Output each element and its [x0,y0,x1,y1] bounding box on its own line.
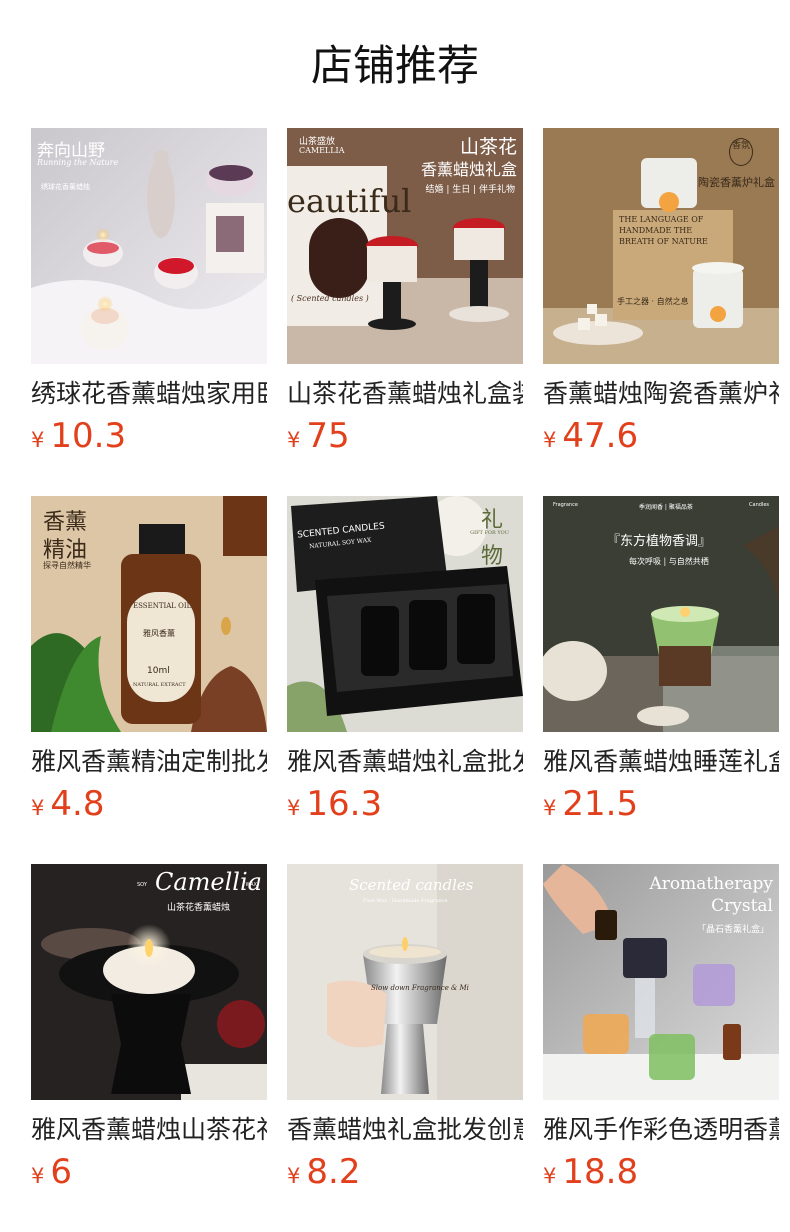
product-image[interactable]: Fragrance 季润闻香 | 聚福品茶 Candles 『东方植物香调』 每… [543,496,779,732]
product-price: ¥16.3 [287,784,382,824]
product-image[interactable]: 奔向山野 Running the Nature 绣球花香薰蜡烛 [31,128,267,364]
currency-symbol: ¥ [543,428,557,452]
product-image[interactable]: 香薰 精油 探寻自然精华 ESSENTIAL OIL 雅风香薰 10ml NAT… [31,496,267,732]
image-subtitle: Pure Wax · Handmade Fragrance [363,898,448,904]
product-price: ¥4.8 [31,784,104,824]
product-name[interactable]: 香薰蜡烛礼盒批发创意 [287,1112,523,1148]
product-image[interactable]: Aromatherapy Crystal 「晶石香薰礼盒」 [543,864,779,1100]
product-name[interactable]: 雅风香薰蜡烛礼盒批发 [287,744,523,780]
product-price: ¥8.2 [287,1152,360,1192]
currency-symbol: ¥ [31,1164,45,1188]
image-tag-right: WAX [245,882,257,888]
image-subtitle: 山茶花香薰蜡烛 [167,903,231,913]
jar-text: Slow down Fragrance & Mi [371,984,469,992]
image-subtitle: 绣球花香薰蜡烛 [41,183,90,191]
image-subtitle: 每次呼吸 | 与自然共栖 [629,557,709,566]
bottle-label: ESSENTIAL OIL [133,602,192,610]
image-subtitle: 香薰蜡烛礼盒 [420,160,517,179]
currency-symbol: ¥ [31,428,45,452]
price-value: 10.3 [50,416,127,456]
product-card[interactable]: Fragrance 季润闻香 | 聚福品茶 Candles 『东方植物香调』 每… [543,496,779,864]
product-image[interactable]: 礼 物 GIFT FOR YOU SCENTED CANDLES NATURAL… [287,496,523,732]
image-title-2: 物 [480,544,503,569]
product-name[interactable]: 雅风手作彩色透明香薰水晶 [543,1112,779,1148]
image-title-2: Crystal [711,896,773,916]
currency-symbol: ¥ [287,796,301,820]
image-title: 『东方植物香调』 [607,534,712,549]
bottle-volume: 10ml [147,666,170,676]
price-value: 21.5 [562,784,639,824]
image-title: 山茶花 [459,136,517,158]
product-grid: 奔向山野 Running the Nature 绣球花香薰蜡烛 绣球花香薰蜡烛家… [31,128,779,1232]
product-image[interactable]: Camellia SOY WAX 山茶花香薰蜡烛 [31,864,267,1100]
currency-symbol: ¥ [543,796,557,820]
product-card[interactable]: Aromatherapy Crystal 「晶石香薰礼盒」 雅风手作彩色透明香薰… [543,864,779,1232]
box-subtext: ( Scented candles ) [291,294,369,303]
image-subtitle: 「晶石香薰礼盒」 [696,925,769,935]
price-value: 4.8 [50,784,105,824]
image-tag-right: Candles [749,502,769,508]
bottle-label-sub: NATURAL EXTRACT [133,682,186,688]
seal-logo: 香氛 [729,138,753,166]
price-value: 47.6 [562,416,639,456]
price-value: 6 [50,1152,73,1192]
product-card[interactable]: 香薰 精油 探寻自然精华 ESSENTIAL OIL 雅风香薰 10ml NAT… [31,496,267,864]
price-value: 8.2 [306,1152,361,1192]
image-tags: 结婚 | 生日 | 伴手礼物 [425,185,515,195]
card-text: THE LANGUAGE OF HANDMADE THE BREATH OF N… [619,215,708,246]
image-title: Scented candles [349,876,474,894]
box-text: eautiful [287,182,412,220]
product-name[interactable]: 雅风香薰蜡烛山茶花礼盒 [31,1112,267,1148]
product-card[interactable]: 香氛 陶瓷香薰炉礼盒 THE LANGUAGE OF HANDMADE THE … [543,128,779,496]
product-card[interactable]: Scented candles Pure Wax · Handmade Frag… [287,864,523,1232]
image-tag-left: SOY [137,882,147,888]
page-title: 店铺推荐 [310,41,479,90]
product-price: ¥75 [287,416,350,456]
image-caption: 手工之器 · 自然之息 [617,297,689,306]
price-value: 18.8 [562,1152,639,1192]
product-name[interactable]: 香薰蜡烛陶瓷香薰炉礼盒 [543,376,779,412]
image-title: Aromatherapy [649,874,773,894]
currency-symbol: ¥ [543,1164,557,1188]
product-card[interactable]: 奔向山野 Running the Nature 绣球花香薰蜡烛 绣球花香薰蜡烛家… [31,128,267,496]
image-subtitle: GIFT FOR YOU [470,530,509,536]
image-subtitle: 探寻自然精华 [43,561,91,570]
product-price: ¥47.6 [543,416,638,456]
product-image[interactable]: 香氛 陶瓷香薰炉礼盒 THE LANGUAGE OF HANDMADE THE … [543,128,779,364]
product-image[interactable]: 山茶盛放 CAMELLIA 山茶花 香薰蜡烛礼盒 结婚 | 生日 | 伴手礼物 … [287,128,523,364]
currency-symbol: ¥ [287,1164,301,1188]
product-price: ¥21.5 [543,784,638,824]
currency-symbol: ¥ [31,796,45,820]
image-script: Running the Nature [37,158,119,167]
product-image[interactable]: Scented candles Pure Wax · Handmade Frag… [287,864,523,1100]
image-tag-mid: 季润闻香 | 聚福品茶 [639,504,693,511]
product-name[interactable]: 山茶花香薰蜡烛礼盒装 [287,376,523,412]
image-brand-en: CAMELLIA [299,146,345,155]
price-value: 16.3 [306,784,383,824]
product-price: ¥10.3 [31,416,126,456]
image-tag-left: Fragrance [553,502,578,508]
product-name[interactable]: 绣球花香薰蜡烛家用卧室 [31,376,267,412]
price-value: 75 [306,416,350,456]
product-card[interactable]: 礼 物 GIFT FOR YOU SCENTED CANDLES NATURAL… [287,496,523,864]
product-name[interactable]: 雅风香薰蜡烛睡莲礼盒 [543,744,779,780]
product-card[interactable]: Camellia SOY WAX 山茶花香薰蜡烛 雅风香薰蜡烛山茶花礼盒 ¥6 [31,864,267,1232]
product-price: ¥18.8 [543,1152,638,1192]
product-name[interactable]: 雅风香薰精油定制批发 [31,744,267,780]
product-price: ¥6 [31,1152,72,1192]
image-title: 陶瓷香薰炉礼盒 [698,176,775,189]
bottle-label-cn: 雅风香薰 [143,629,175,638]
product-card[interactable]: 山茶盛放 CAMELLIA 山茶花 香薰蜡烛礼盒 结婚 | 生日 | 伴手礼物 … [287,128,523,496]
currency-symbol: ¥ [287,428,301,452]
